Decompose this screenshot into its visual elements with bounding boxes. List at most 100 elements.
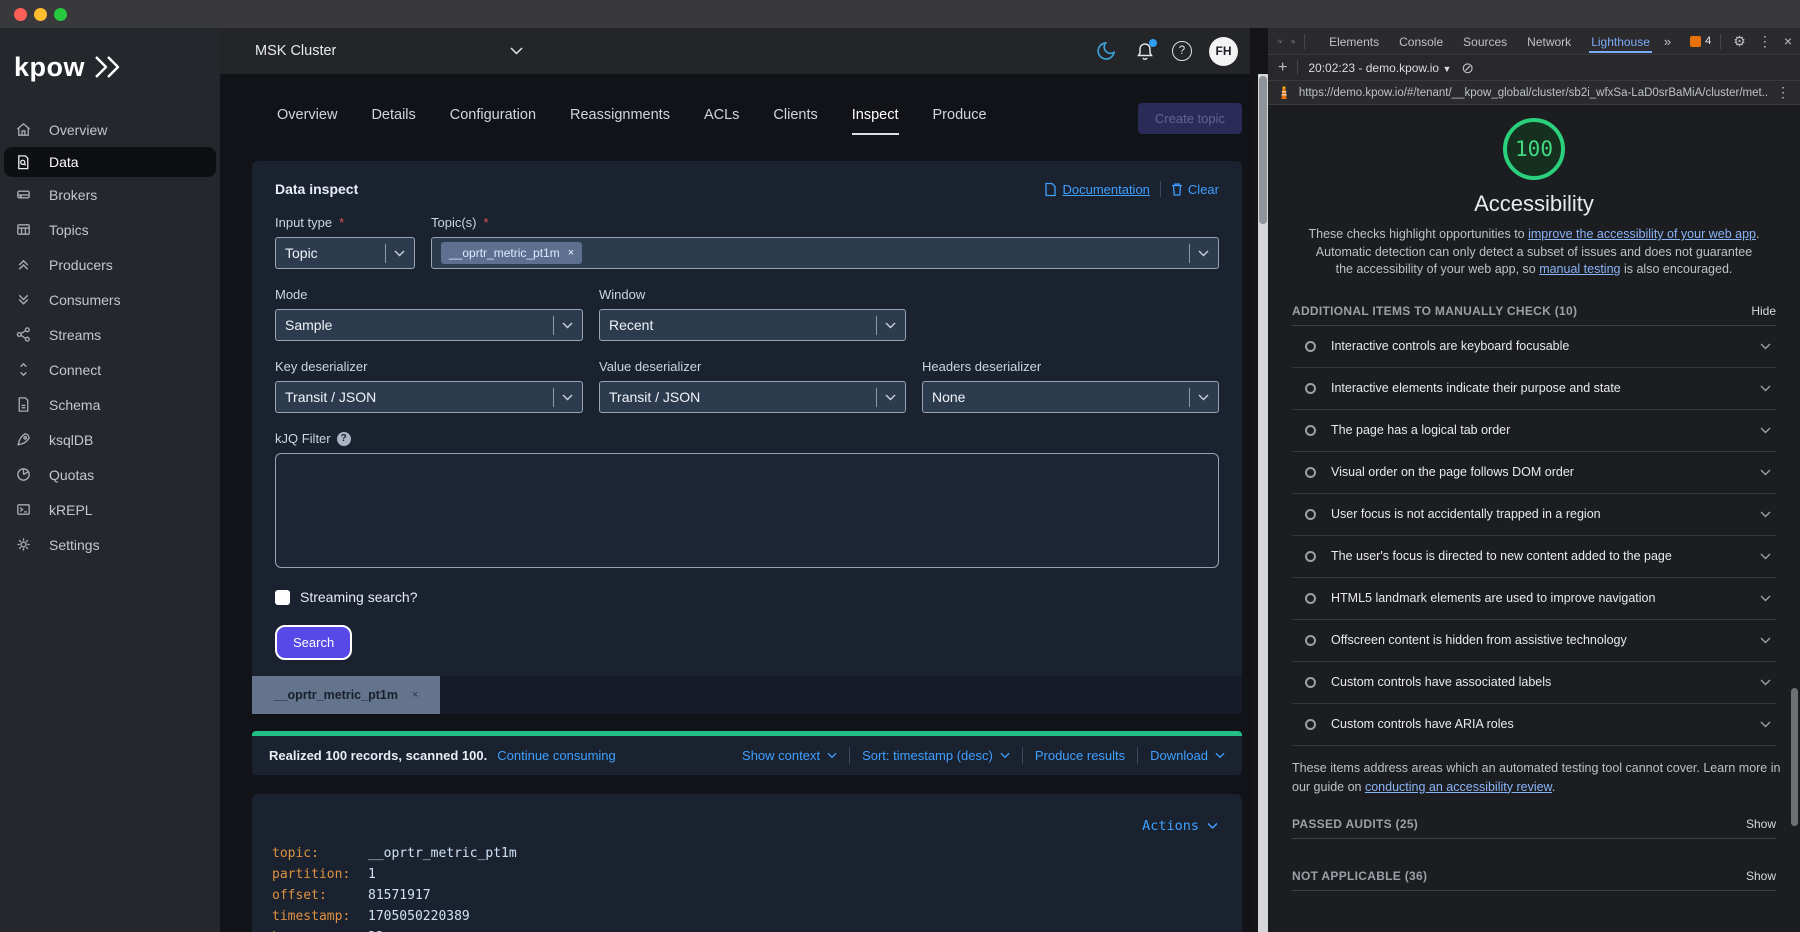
improve-accessibility-link[interactable]: improve the accessibility of your web ap… — [1528, 227, 1756, 241]
clear-reports-icon[interactable]: ⊘ — [1461, 59, 1474, 77]
hide-manual-checks-button[interactable]: Hide — [1751, 304, 1776, 318]
cluster-selector[interactable]: MSK Cluster — [255, 43, 523, 59]
manual-check-row[interactable]: Custom controls have ARIA roles — [1292, 704, 1776, 746]
sidebar-item-quotas[interactable]: Quotas — [0, 457, 220, 492]
devtools-menu-kebab-icon[interactable]: ⋮ — [1758, 33, 1772, 50]
sidebar-item-data[interactable]: Data — [4, 147, 216, 177]
show-passed-audits-button[interactable]: Show — [1746, 817, 1776, 831]
tab-acls[interactable]: ACLs — [704, 101, 739, 135]
streaming-search-checkbox[interactable] — [275, 589, 290, 605]
headers-deserializer-select[interactable]: None — [922, 381, 1219, 413]
devtools-scrollbar-thumb[interactable] — [1791, 688, 1798, 826]
tab-details[interactable]: Details — [371, 101, 415, 135]
devtools-close-icon[interactable]: × — [1784, 33, 1792, 49]
manual-testing-link[interactable]: manual testing — [1539, 262, 1620, 276]
tab-clients[interactable]: Clients — [773, 101, 817, 135]
mode-label: Mode — [275, 287, 308, 302]
manual-check-row[interactable]: Custom controls have associated labels — [1292, 662, 1776, 704]
dark-mode-moon-icon[interactable] — [1096, 40, 1118, 62]
result-tab[interactable]: __oprtr_metric_pt1m × — [252, 676, 440, 714]
maximize-window-button[interactable] — [54, 8, 67, 21]
window-select[interactable]: Recent — [599, 309, 906, 341]
inspect-element-icon[interactable] — [1278, 34, 1282, 49]
sidebar-item-brokers[interactable]: Brokers — [0, 177, 220, 212]
scrollbar-thumb[interactable] — [1259, 76, 1267, 224]
manual-check-row[interactable]: HTML5 landmark elements are used to impr… — [1292, 578, 1776, 620]
chevron-down-icon — [1760, 637, 1771, 643]
not-applicable-title: NOT APPLICABLE (36) — [1292, 868, 1428, 883]
sidebar-item-schema[interactable]: Schema — [0, 387, 220, 422]
devtools-settings-gear-icon[interactable]: ⚙ — [1733, 33, 1746, 50]
sidebar-item-connect[interactable]: Connect — [0, 352, 220, 387]
topics-multiselect[interactable]: __oprtr_metric_pt1m × — [431, 237, 1219, 269]
documentation-link[interactable]: Documentation — [1044, 182, 1150, 197]
chevron-down-icon — [1760, 511, 1771, 517]
devtools-tab-sources[interactable]: Sources — [1453, 30, 1517, 53]
unchecked-circle-icon — [1305, 550, 1316, 562]
create-topic-button[interactable]: Create topic — [1137, 102, 1242, 134]
chevrons-down-icon — [18, 294, 29, 305]
actions-dropdown[interactable]: Actions — [1142, 818, 1218, 834]
sidebar-item-consumers[interactable]: Consumers — [0, 282, 220, 317]
sidebar-item-ksqldb[interactable]: ksqlDB — [0, 422, 220, 457]
search-button[interactable]: Search — [275, 625, 353, 660]
manual-check-row[interactable]: Interactive elements indicate their purp… — [1292, 368, 1776, 410]
sidebar-item-streams[interactable]: Streams — [0, 317, 220, 352]
key-deserializer-select[interactable]: Transit / JSON — [275, 381, 583, 413]
page-scrollbar[interactable] — [1258, 74, 1268, 932]
devtools-tab-console[interactable]: Console — [1389, 30, 1453, 53]
sidebar-item-topics[interactable]: Topics — [0, 212, 220, 247]
issues-badge[interactable]: 4 — [1690, 35, 1711, 47]
chevron-down-icon — [1760, 469, 1771, 475]
sidebar-item-krepl[interactable]: kREPL — [0, 492, 220, 527]
close-icon[interactable]: × — [412, 689, 418, 701]
value-deserializer-select[interactable]: Transit / JSON — [599, 381, 906, 413]
remove-topic-icon[interactable]: × — [568, 247, 574, 259]
produce-results-link[interactable]: Produce results — [1035, 748, 1125, 763]
sidebar-item-producers[interactable]: Producers — [0, 247, 220, 282]
more-tabs-icon[interactable]: » — [1660, 34, 1675, 49]
sort-dropdown[interactable]: Sort: timestamp (desc) — [862, 748, 1010, 763]
notifications-bell-icon[interactable] — [1135, 38, 1157, 62]
kjq-filter-input[interactable] — [275, 453, 1219, 568]
accessibility-review-link[interactable]: conducting an accessibility review — [1365, 780, 1552, 794]
report-selector[interactable]: 20:02:23 - demo.kpow.io ▼ — [1308, 61, 1451, 75]
manual-check-row[interactable]: Interactive controls are keyboard focusa… — [1292, 326, 1776, 368]
manual-check-row[interactable]: The page has a logical tab order — [1292, 410, 1776, 452]
manual-check-row[interactable]: User focus is not accidentally trapped i… — [1292, 494, 1776, 536]
devtools-tab-lighthouse[interactable]: Lighthouse — [1581, 30, 1660, 53]
device-toolbar-icon[interactable] — [1291, 34, 1295, 49]
show-context-dropdown[interactable]: Show context — [742, 748, 837, 763]
new-report-plus-icon[interactable]: + — [1278, 59, 1287, 77]
input-type-select[interactable]: Topic — [275, 237, 415, 269]
close-window-button[interactable] — [14, 8, 27, 21]
avatar[interactable]: FH — [1209, 36, 1238, 66]
help-icon[interactable]: ? — [1172, 41, 1192, 61]
report-menu-kebab-icon[interactable]: ⋮ — [1776, 84, 1790, 101]
manual-check-row[interactable]: Visual order on the page follows DOM ord… — [1292, 452, 1776, 494]
devtools-toolbar: Elements Console Sources Network Lightho… — [1268, 28, 1800, 55]
tab-configuration[interactable]: Configuration — [450, 101, 536, 135]
record-field-offset: offset: 81571917 — [272, 888, 431, 903]
tab-inspect[interactable]: Inspect — [851, 101, 899, 135]
unchecked-circle-icon — [1305, 718, 1316, 730]
sidebar-item-settings[interactable]: Settings — [0, 527, 220, 562]
mode-select[interactable]: Sample — [275, 309, 583, 341]
devtools-tab-elements[interactable]: Elements — [1319, 30, 1389, 53]
topics-label: Topic(s) — [431, 215, 1219, 230]
show-not-applicable-button[interactable]: Show — [1746, 869, 1776, 883]
manual-check-row[interactable]: Offscreen content is hidden from assisti… — [1292, 620, 1776, 662]
clear-button[interactable]: Clear — [1171, 182, 1219, 197]
tab-overview[interactable]: Overview — [277, 101, 337, 135]
manual-check-row[interactable]: The user's focus is directed to new cont… — [1292, 536, 1776, 578]
drive-icon — [17, 190, 30, 199]
minimize-window-button[interactable] — [34, 8, 47, 21]
sidebar-item-overview[interactable]: Overview — [0, 112, 220, 147]
download-dropdown[interactable]: Download — [1150, 748, 1225, 763]
tab-produce[interactable]: Produce — [933, 101, 987, 135]
score-value: 100 — [1515, 137, 1553, 161]
devtools-tab-network[interactable]: Network — [1517, 30, 1581, 53]
help-icon[interactable]: ? — [336, 431, 351, 446]
continue-consuming-link[interactable]: Continue consuming — [497, 748, 616, 763]
tab-reassignments[interactable]: Reassignments — [570, 101, 670, 135]
